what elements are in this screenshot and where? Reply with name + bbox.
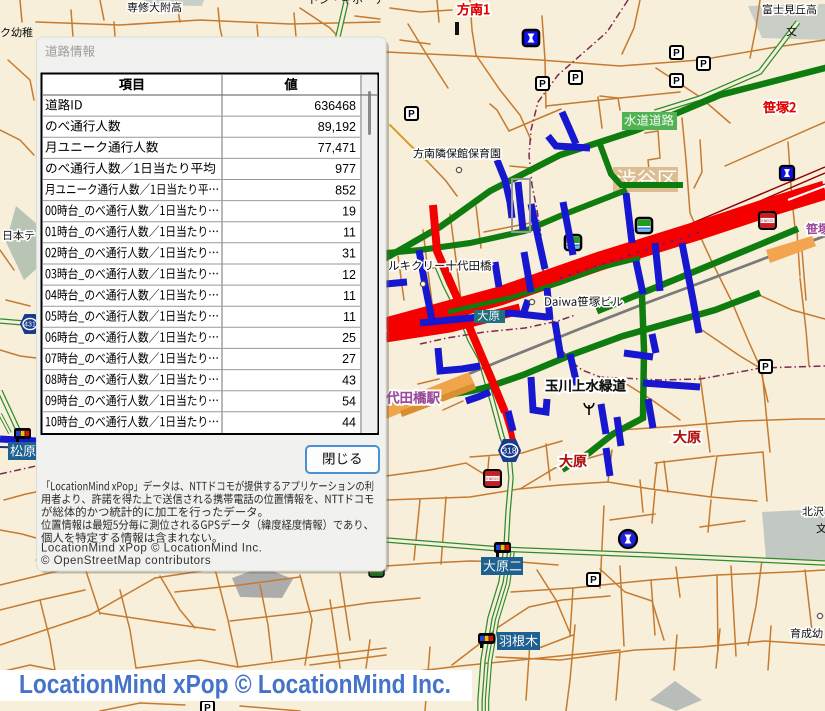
svg-text:ENEOS: ENEOS — [486, 477, 499, 481]
svg-text:P: P — [572, 73, 579, 84]
svg-text:19: 19 — [342, 204, 356, 218]
svg-text:12: 12 — [342, 268, 356, 282]
svg-text:P: P — [700, 59, 707, 70]
svg-text:ENEOS: ENEOS — [761, 219, 774, 223]
svg-text:31: 31 — [342, 247, 356, 261]
svg-text:11: 11 — [343, 289, 356, 303]
svg-text:54: 54 — [342, 395, 356, 409]
svg-text:11: 11 — [343, 310, 356, 324]
svg-text:P: P — [408, 109, 415, 120]
svg-text:P: P — [204, 703, 211, 711]
svg-text:P: P — [590, 575, 597, 586]
svg-text:11: 11 — [343, 226, 356, 240]
svg-text:P: P — [539, 79, 546, 90]
svg-text:977: 977 — [335, 162, 356, 176]
svg-text:89,192: 89,192 — [318, 120, 356, 134]
svg-text:LocationMind xPop © LocationMi: LocationMind xPop © LocationMind Inc. — [19, 671, 451, 699]
svg-text:P: P — [673, 76, 680, 87]
svg-text:P: P — [762, 362, 769, 373]
svg-text:25: 25 — [342, 331, 356, 345]
svg-text:636468: 636468 — [314, 99, 356, 113]
svg-text:43: 43 — [342, 373, 356, 387]
svg-text:© OpenStreetMap contributors: © OpenStreetMap contributors — [41, 555, 211, 567]
svg-text:77,471: 77,471 — [318, 141, 356, 155]
svg-text:318: 318 — [502, 446, 516, 456]
svg-text:27: 27 — [342, 352, 356, 366]
svg-text:LocationMind xPop © LocationMi: LocationMind xPop © LocationMind Inc. — [41, 543, 262, 555]
svg-text:431: 431 — [24, 322, 36, 329]
svg-text:852: 852 — [335, 183, 356, 197]
svg-text:P: P — [673, 48, 680, 59]
svg-text:44: 44 — [342, 416, 356, 430]
